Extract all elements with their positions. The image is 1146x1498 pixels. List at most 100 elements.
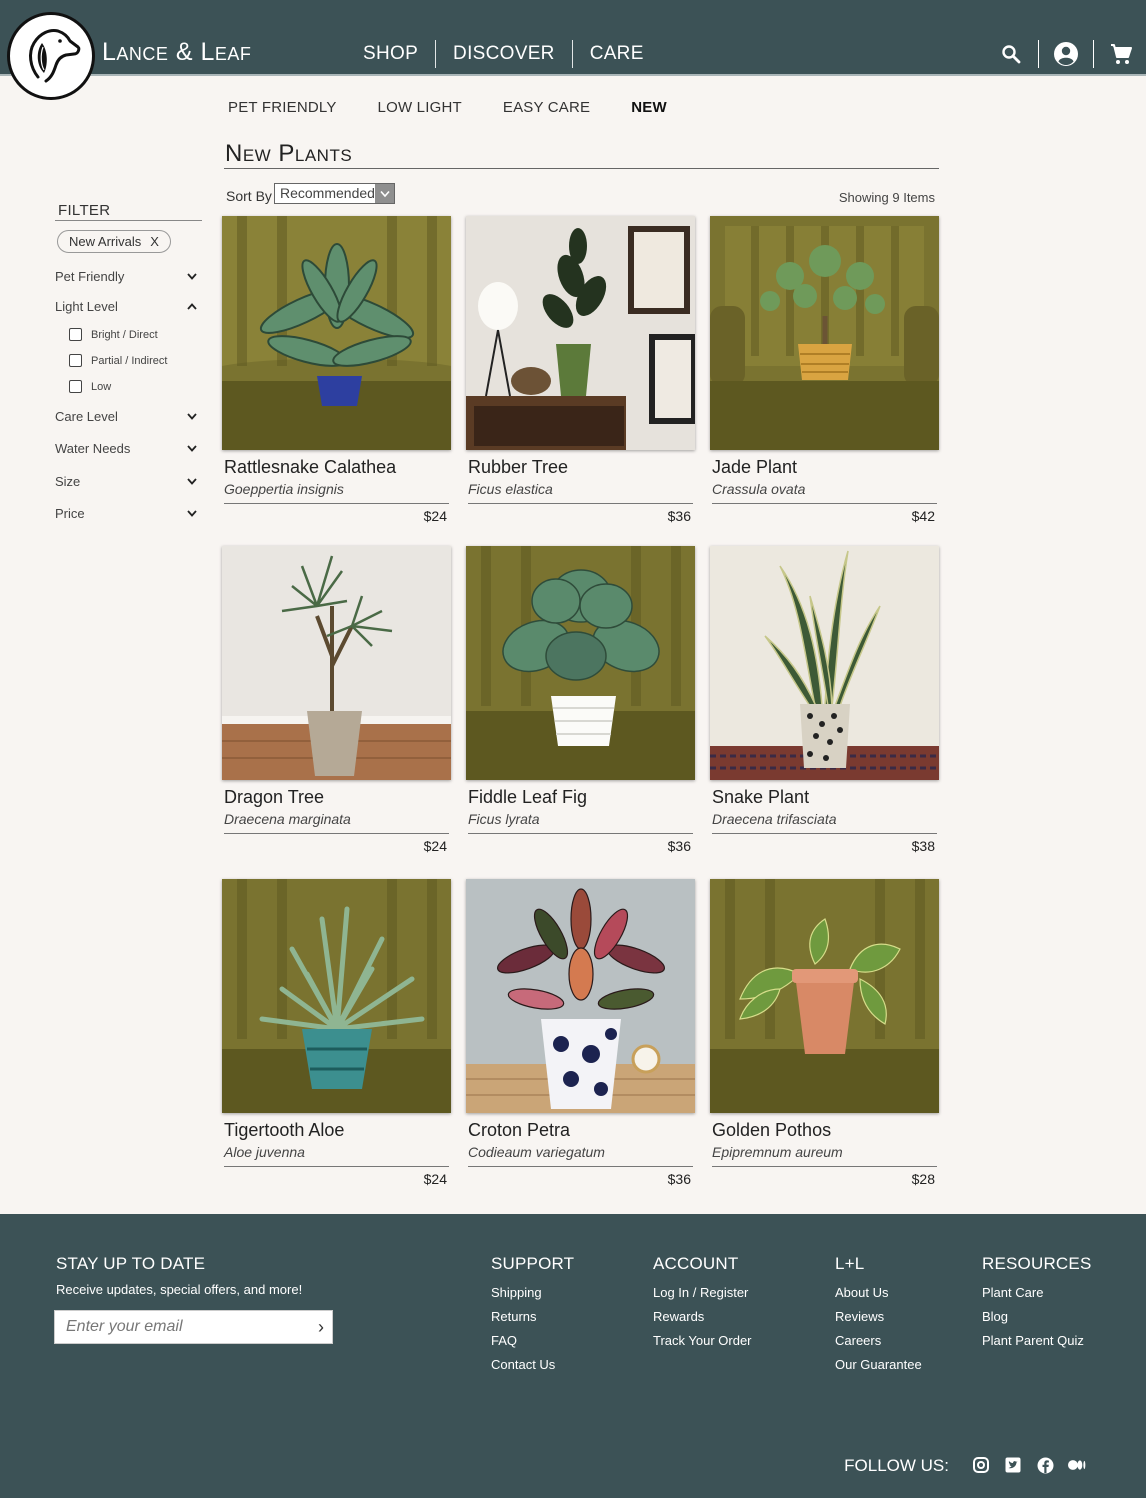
cart-icon[interactable] — [1108, 41, 1134, 67]
sort-dropdown[interactable]: Recommended — [274, 183, 395, 204]
footer-support: SUPPORT Shipping Returns FAQ Contact Us — [491, 1254, 574, 1381]
facebook-icon[interactable] — [1036, 1456, 1054, 1474]
product-name[interactable]: Snake Plant — [712, 787, 809, 808]
nav-divider — [435, 40, 437, 68]
chevron-down-icon — [187, 478, 197, 485]
product-card[interactable]: Golden Pothos Epipremnum aureum $28 — [710, 879, 939, 1187]
checkbox[interactable] — [69, 328, 82, 341]
light-option-bright[interactable]: Bright / Direct — [69, 328, 158, 341]
product-name[interactable]: Tigertooth Aloe — [224, 1120, 344, 1141]
product-photo[interactable] — [466, 879, 695, 1113]
filter-label: Light Level — [55, 299, 118, 314]
product-photo[interactable] — [466, 216, 695, 450]
product-price: $36 — [667, 838, 691, 854]
footer-link-faq[interactable]: FAQ — [491, 1333, 574, 1348]
product-name[interactable]: Rubber Tree — [468, 457, 568, 478]
product-photo[interactable] — [710, 879, 939, 1113]
product-name[interactable]: Fiddle Leaf Fig — [468, 787, 587, 808]
submit-arrow-icon[interactable]: › — [318, 1317, 324, 1338]
brand-name[interactable]: Lance & Leaf — [102, 38, 251, 67]
product-card[interactable]: Jade Plant Crassula ovata $42 — [710, 216, 939, 524]
product-card[interactable]: Tigertooth Aloe Aloe juvenna $24 — [222, 879, 451, 1187]
medium-icon[interactable] — [1068, 1456, 1086, 1474]
filter-water-needs[interactable]: Water Needs — [55, 441, 197, 456]
product-photo[interactable] — [710, 546, 939, 780]
product-card[interactable]: Dragon Tree Draecena marginata $24 — [222, 546, 451, 854]
footer-link-reviews[interactable]: Reviews — [835, 1309, 922, 1324]
product-scientific-name: Epipremnum aureum — [712, 1144, 843, 1160]
product-scientific-name: Crassula ovata — [712, 481, 806, 497]
card-divider — [468, 833, 693, 834]
main-nav: SHOP DISCOVER CARE — [346, 40, 661, 68]
checkbox[interactable] — [69, 380, 82, 393]
footer-link-rewards[interactable]: Rewards — [653, 1309, 752, 1324]
checkbox[interactable] — [69, 354, 82, 367]
light-option-partial[interactable]: Partial / Indirect — [69, 354, 167, 367]
filter-title: FILTER — [58, 202, 111, 219]
chevron-down-icon — [187, 510, 197, 517]
account-icon[interactable] — [1053, 41, 1079, 67]
chip-label: New Arrivals — [69, 234, 142, 249]
product-scientific-name: Ficus lyrata — [468, 811, 540, 827]
search-icon[interactable] — [998, 41, 1024, 67]
page-title: New Plants — [225, 140, 353, 167]
subnav-easy-care[interactable]: EASY CARE — [503, 99, 590, 116]
subnav-pet-friendly[interactable]: PET FRIENDLY — [228, 99, 337, 116]
filter-label: Pet Friendly — [55, 269, 125, 284]
subnav-new[interactable]: NEW — [631, 99, 667, 116]
product-card[interactable]: Fiddle Leaf Fig Ficus lyrata $36 — [466, 546, 695, 854]
nav-care[interactable]: CARE — [573, 43, 661, 65]
product-name[interactable]: Rattlesnake Calathea — [224, 457, 396, 478]
footer-link-quiz[interactable]: Plant Parent Quiz — [982, 1333, 1092, 1348]
product-photo[interactable] — [466, 546, 695, 780]
filter-care-level[interactable]: Care Level — [55, 409, 197, 424]
product-photo[interactable] — [710, 216, 939, 450]
product-card[interactable]: Snake Plant Draecena trifasciata $38 — [710, 546, 939, 854]
product-photo[interactable] — [222, 879, 451, 1113]
subnav-low-light[interactable]: LOW LIGHT — [378, 99, 462, 116]
product-scientific-name: Draecena trifasciata — [712, 811, 837, 827]
instagram-icon[interactable] — [972, 1456, 990, 1474]
filter-divider — [55, 220, 202, 221]
footer-link-plant-care[interactable]: Plant Care — [982, 1285, 1092, 1300]
filter-size[interactable]: Size — [55, 474, 197, 489]
footer-resources: RESOURCES Plant Care Blog Plant Parent Q… — [982, 1254, 1092, 1357]
product-name[interactable]: Golden Pothos — [712, 1120, 831, 1141]
nav-discover[interactable]: DISCOVER — [436, 43, 572, 65]
product-card[interactable]: Rubber Tree Ficus elastica $36 — [466, 216, 695, 524]
light-option-low[interactable]: Low — [69, 380, 111, 393]
product-photo[interactable] — [222, 546, 451, 780]
nav-divider — [571, 40, 573, 68]
filter-pet-friendly[interactable]: Pet Friendly — [55, 269, 197, 284]
footer-link-track-order[interactable]: Track Your Order — [653, 1333, 752, 1348]
product-photo[interactable] — [222, 216, 451, 450]
card-divider — [712, 1166, 937, 1167]
footer-link-about[interactable]: About Us — [835, 1285, 922, 1300]
social-links — [972, 1456, 1100, 1474]
title-divider — [224, 168, 939, 169]
active-filter-chip[interactable]: New Arrivals X — [57, 230, 171, 253]
footer-link-contact[interactable]: Contact Us — [491, 1357, 574, 1372]
product-name[interactable]: Jade Plant — [712, 457, 797, 478]
filter-light-level[interactable]: Light Level — [55, 299, 197, 314]
twitter-icon[interactable] — [1004, 1456, 1022, 1474]
product-name[interactable]: Croton Petra — [468, 1120, 570, 1141]
product-name[interactable]: Dragon Tree — [224, 787, 324, 808]
footer-link-careers[interactable]: Careers — [835, 1333, 922, 1348]
product-card[interactable]: Croton Petra Codieaum variegatum $36 — [466, 879, 695, 1187]
footer-link-login[interactable]: Log In / Register — [653, 1285, 752, 1300]
icon-divider — [1093, 40, 1094, 68]
newsletter-form: › — [54, 1310, 333, 1344]
chevron-down-icon[interactable] — [375, 184, 394, 203]
product-card[interactable]: Rattlesnake Calathea Goeppertia insignis… — [222, 216, 451, 524]
footer-link-blog[interactable]: Blog — [982, 1309, 1092, 1324]
product-price: $42 — [911, 508, 935, 524]
footer-link-shipping[interactable]: Shipping — [491, 1285, 574, 1300]
filter-price[interactable]: Price — [55, 506, 197, 521]
logo-dog-icon[interactable] — [7, 12, 95, 100]
email-input[interactable] — [55, 1311, 295, 1343]
remove-filter-icon[interactable]: X — [150, 234, 159, 249]
footer-link-returns[interactable]: Returns — [491, 1309, 574, 1324]
nav-shop[interactable]: SHOP — [346, 43, 435, 65]
footer-link-guarantee[interactable]: Our Guarantee — [835, 1357, 922, 1372]
